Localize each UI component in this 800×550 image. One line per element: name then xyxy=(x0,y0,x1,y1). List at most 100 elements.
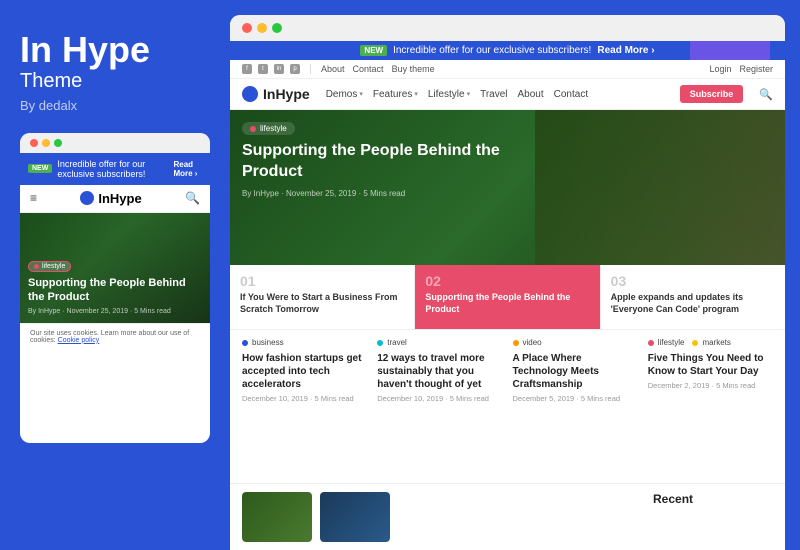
tag-label-2: travel xyxy=(387,338,407,347)
hero-meta: By InHype · November 25, 2019 · 5 Mins r… xyxy=(242,189,547,198)
related-num-2: 02 xyxy=(425,273,589,289)
article-tag-1: business xyxy=(242,338,367,347)
mobile-cookie-text: Our site uses cookies. Learn more about … xyxy=(30,330,189,344)
mobile-cookie-notice: Our site uses cookies. Learn more about … xyxy=(20,323,210,350)
article-card-1[interactable]: business How fashion startups get accept… xyxy=(242,338,367,403)
tag-label-4a: lifestyle xyxy=(658,338,685,347)
mobile-logo[interactable]: InHype xyxy=(80,191,141,206)
mobile-logo-icon xyxy=(80,191,94,205)
utility-links: About Contact Buy theme xyxy=(321,64,435,74)
brand-by: By dedalx xyxy=(20,98,210,113)
mobile-logo-text: InHype xyxy=(98,191,141,206)
desktop-mockup: NEW Incredible offer for our exclusive s… xyxy=(230,15,785,550)
article-meta-3: December 5, 2019 · 5 Mins read xyxy=(513,394,638,403)
article-meta-1: December 10, 2019 · 5 Mins read xyxy=(242,394,367,403)
brand-block: In Hype Theme By dedalx xyxy=(20,30,210,113)
article-tag-3: video xyxy=(513,338,638,347)
mobile-hero-content: lifestyle Supporting the People Behind t… xyxy=(28,256,202,315)
banner-read-more[interactable]: Read More › xyxy=(597,45,654,56)
article-meta-4: December 2, 2019 · 5 Mins read xyxy=(648,381,773,390)
pinterest-icon[interactable]: p xyxy=(290,64,300,74)
tag-dot-4a xyxy=(648,340,654,346)
articles-grid: business How fashion startups get accept… xyxy=(242,338,773,403)
related-num-1: 01 xyxy=(240,273,404,289)
tag-dot-1 xyxy=(242,340,248,346)
article-tag-2: travel xyxy=(377,338,502,347)
about-link[interactable]: About xyxy=(321,64,345,74)
mobile-cookie-link[interactable]: Cookie policy xyxy=(58,337,100,344)
subscribe-button[interactable]: Subscribe xyxy=(680,85,744,103)
bottom-thumbnails xyxy=(242,492,641,542)
tag-label-3: video xyxy=(523,338,542,347)
contact-link[interactable]: Contact xyxy=(353,64,384,74)
buy-theme-link[interactable]: Buy theme xyxy=(392,64,435,74)
related-articles-row: 01 If You Were to Start a Business From … xyxy=(230,265,785,330)
mobile-hero: lifestyle Supporting the People Behind t… xyxy=(20,213,210,323)
brand-name: In Hype xyxy=(20,29,150,70)
article-card-2[interactable]: travel 12 ways to travel more sustainabl… xyxy=(377,338,502,403)
register-link[interactable]: Register xyxy=(739,64,773,74)
mobile-lifestyle-tag: lifestyle xyxy=(28,261,71,272)
related-title-1: If You Were to Start a Business From Scr… xyxy=(240,292,404,315)
recent-section: Recent xyxy=(653,492,773,542)
mobile-search-icon[interactable]: 🔍 xyxy=(185,191,200,205)
hero-content: lifestyle Supporting the People Behind t… xyxy=(242,122,547,265)
mobile-dot-yellow xyxy=(42,139,50,147)
mobile-banner-message: Incredible offer for our exclusive subsc… xyxy=(57,159,168,179)
facebook-icon[interactable]: f xyxy=(242,64,252,74)
nav-about[interactable]: About xyxy=(518,89,544,100)
tag-dot-4b xyxy=(692,340,698,346)
utility-left: f t in p About Contact Buy theme xyxy=(242,64,435,74)
article-tag-4: lifestyle markets xyxy=(648,338,773,347)
mobile-mockup: NEW Incredible offer for our exclusive s… xyxy=(20,133,210,443)
site-logo[interactable]: InHype xyxy=(242,86,310,102)
nav-demos[interactable]: Demos ▾ xyxy=(326,89,363,100)
tag-dot-3 xyxy=(513,340,519,346)
articles-section: business How fashion startups get accept… xyxy=(230,330,785,483)
mobile-dot-red xyxy=(30,139,38,147)
site-hero: lifestyle Supporting the People Behind t… xyxy=(230,110,785,265)
related-item-1[interactable]: 01 If You Were to Start a Business From … xyxy=(230,265,415,329)
mobile-hero-title: Supporting the People Behind the Product xyxy=(28,276,202,305)
related-item-3[interactable]: 03 Apple expands and updates its 'Everyo… xyxy=(601,265,785,329)
tag-label-1: business xyxy=(252,338,284,347)
site-logo-icon xyxy=(242,86,258,102)
mobile-hero-meta: By InHype · November 25, 2019 · 5 Mins r… xyxy=(28,308,202,315)
mobile-hero-tag-label: lifestyle xyxy=(42,263,65,270)
banner-message: Incredible offer for our exclusive subsc… xyxy=(393,45,591,56)
recent-title: Recent xyxy=(653,492,773,506)
nav-lifestyle[interactable]: Lifestyle ▾ xyxy=(428,89,470,100)
nav-contact[interactable]: Contact xyxy=(554,89,588,100)
hero-tag-text: lifestyle xyxy=(260,124,287,133)
utility-right: Login Register xyxy=(709,64,773,74)
mobile-nav: ≡ InHype 🔍 xyxy=(20,185,210,213)
instagram-icon[interactable]: in xyxy=(274,64,284,74)
mobile-lifestyle-dot xyxy=(34,264,39,269)
login-link[interactable]: Login xyxy=(709,64,731,74)
tag-dot-2 xyxy=(377,340,383,346)
article-title-2: 12 ways to travel more sustainably that … xyxy=(377,352,502,391)
nav-features[interactable]: Features ▾ xyxy=(373,89,418,100)
mobile-read-more[interactable]: Read More › xyxy=(173,160,202,178)
search-icon[interactable]: 🔍 xyxy=(759,88,773,101)
article-meta-2: December 10, 2019 · 5 Mins read xyxy=(377,394,502,403)
twitter-icon[interactable]: t xyxy=(258,64,268,74)
mobile-dot-green xyxy=(54,139,62,147)
article-title-1: How fashion startups get accepted into t… xyxy=(242,352,367,391)
tag-label-4b: markets xyxy=(702,338,730,347)
mobile-new-badge: NEW xyxy=(28,164,52,173)
bottom-section: Recent xyxy=(230,483,785,550)
article-card-3[interactable]: video A Place Where Technology Meets Cra… xyxy=(513,338,638,403)
banner-new-badge: NEW xyxy=(360,45,387,56)
mobile-hamburger[interactable]: ≡ xyxy=(30,191,37,205)
article-card-4[interactable]: lifestyle markets Five Things You Need t… xyxy=(648,338,773,403)
related-title-3: Apple expands and updates its 'Everyone … xyxy=(611,292,775,315)
site-logo-text: InHype xyxy=(263,86,310,102)
article-title-3: A Place Where Technology Meets Craftsman… xyxy=(513,352,638,391)
related-item-2[interactable]: 02 Supporting the People Behind the Prod… xyxy=(415,265,600,329)
nav-travel[interactable]: Travel xyxy=(480,89,507,100)
thumbnail-2[interactable] xyxy=(320,492,390,542)
thumbnail-1[interactable] xyxy=(242,492,312,542)
desktop-top-bar xyxy=(230,15,785,41)
hero-tag-dot xyxy=(250,126,256,132)
